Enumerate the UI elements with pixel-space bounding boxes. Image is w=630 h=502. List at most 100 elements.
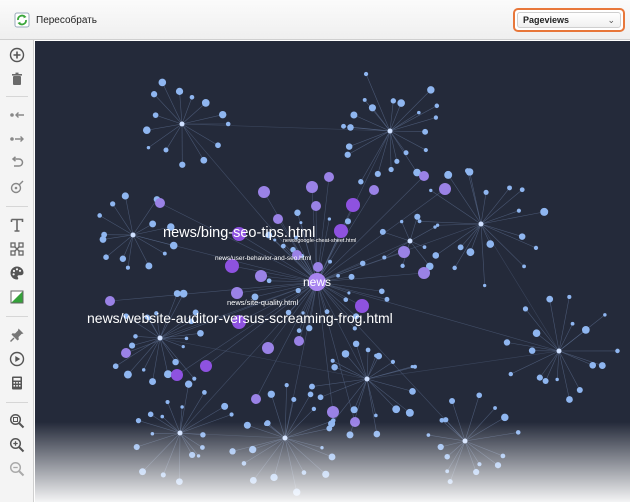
graph-leaf-node[interactable] <box>444 453 450 460</box>
graph-leaf-node[interactable] <box>567 294 572 299</box>
graph-leaf-node[interactable] <box>536 374 543 381</box>
graph-leaf-node[interactable] <box>139 468 147 476</box>
add-node-icon[interactable] <box>8 46 26 64</box>
graph-leaf-node[interactable] <box>347 291 351 295</box>
graph-page-node[interactable] <box>313 262 323 272</box>
graph-leaf-node[interactable] <box>163 147 169 153</box>
graph-leaf-node[interactable] <box>437 443 444 451</box>
graph-leaf-node[interactable] <box>414 213 421 220</box>
graph-leaf-node[interactable] <box>362 97 367 102</box>
graph-leaf-node[interactable] <box>146 145 151 150</box>
graph-leaf-node[interactable] <box>184 336 189 341</box>
graph-leaf-node[interactable] <box>422 128 429 135</box>
graph-leaf-node[interactable] <box>465 168 474 176</box>
graph-leaf-node[interactable] <box>293 488 301 496</box>
graph-leaf-node[interactable] <box>417 219 422 224</box>
graph-leaf-node[interactable] <box>522 264 526 269</box>
graph-leaf-node[interactable] <box>348 273 355 280</box>
palette-icon[interactable] <box>8 264 26 282</box>
graph-leaf-node[interactable] <box>330 418 336 423</box>
graph-page-node[interactable] <box>398 246 410 258</box>
graph-page-node[interactable] <box>255 270 267 282</box>
zoom-fit-icon[interactable] <box>8 412 26 430</box>
graph-leaf-node[interactable] <box>331 363 338 371</box>
graph-page-node[interactable] <box>369 185 379 195</box>
graph-leaf-node[interactable] <box>403 150 409 156</box>
graph-page-node[interactable] <box>311 201 321 211</box>
graph-page-node[interactable] <box>306 181 318 193</box>
graph-leaf-node[interactable] <box>309 383 315 390</box>
collapse-incoming-icon[interactable] <box>8 106 26 124</box>
graph-leaf-node[interactable] <box>200 156 208 164</box>
color-fill-icon[interactable] <box>8 288 26 306</box>
graph-leaf-node[interactable] <box>280 243 286 249</box>
expand-outgoing-icon[interactable] <box>8 130 26 148</box>
graph-leaf-node[interactable] <box>322 470 330 478</box>
graph-leaf-node[interactable] <box>344 218 351 225</box>
graph-leaf-node[interactable] <box>473 468 480 476</box>
graph-page-node[interactable] <box>200 360 212 372</box>
graph-leaf-node[interactable] <box>392 405 401 414</box>
graph-leaf-node[interactable] <box>249 445 257 454</box>
zoom-in-icon[interactable] <box>8 436 26 454</box>
graph-leaf-node[interactable] <box>350 406 358 414</box>
graph-leaf-node[interactable] <box>200 432 206 438</box>
graph-leaf-node[interactable] <box>374 413 378 418</box>
graph-leaf-node[interactable] <box>160 414 165 419</box>
graph-leaf-node[interactable] <box>494 462 502 469</box>
graph-leaf-node[interactable] <box>400 219 404 224</box>
graph-canvas[interactable]: news/bing-seo-tips.html news/google-chea… <box>35 41 630 502</box>
graph-leaf-node[interactable] <box>172 358 179 366</box>
graph-leaf-node[interactable] <box>576 386 583 393</box>
graph-page-node[interactable] <box>105 296 115 306</box>
graph-leaf-node[interactable] <box>378 288 385 295</box>
graph-leaf-node[interactable] <box>374 170 381 178</box>
graph-leaf-node[interactable] <box>200 445 205 450</box>
graph-hub-node[interactable] <box>177 430 183 436</box>
graph-leaf-node[interactable] <box>189 94 195 100</box>
graph-leaf-node[interactable] <box>603 313 607 317</box>
graph-leaf-node[interactable] <box>379 228 386 235</box>
graph-leaf-node[interactable] <box>350 111 358 119</box>
graph-leaf-node[interactable] <box>328 453 336 461</box>
graph-leaf-node[interactable] <box>299 221 303 225</box>
graph-leaf-node[interactable] <box>145 262 153 270</box>
play-icon[interactable] <box>8 350 26 368</box>
graph-leaf-node[interactable] <box>347 124 354 131</box>
graph-leaf-node[interactable] <box>457 244 464 251</box>
graph-leaf-node[interactable] <box>400 263 405 269</box>
graph-leaf-node[interactable] <box>507 185 512 191</box>
graph-leaf-node[interactable] <box>483 283 487 288</box>
graph-leaf-node[interactable] <box>129 342 136 349</box>
pin-icon[interactable] <box>8 326 26 344</box>
graph-leaf-node[interactable] <box>196 454 201 458</box>
graph-leaf-node[interactable] <box>447 479 453 485</box>
graph-leaf-node[interactable] <box>141 368 146 372</box>
graph-leaf-node[interactable] <box>225 121 231 127</box>
graph-page-node[interactable] <box>171 369 183 381</box>
graph-page-node[interactable] <box>155 198 165 208</box>
graph-leaf-node[interactable] <box>197 329 204 337</box>
site-structure-graph[interactable]: news/bing-seo-tips.html news/google-chea… <box>35 41 630 502</box>
graph-leaf-node[interactable] <box>112 363 119 370</box>
calculator-icon[interactable] <box>8 374 26 392</box>
graph-leaf-node[interactable] <box>449 398 456 404</box>
graph-leaf-node[interactable] <box>483 189 489 195</box>
graph-page-node[interactable] <box>327 406 339 418</box>
graph-leaf-node[interactable] <box>270 473 278 482</box>
graph-leaf-node[interactable] <box>121 192 129 200</box>
graph-leaf-node[interactable] <box>394 158 400 164</box>
graph-leaf-node[interactable] <box>110 201 116 207</box>
graph-leaf-node[interactable] <box>589 361 597 369</box>
graph-leaf-node[interactable] <box>546 295 554 303</box>
graph-leaf-node[interactable] <box>598 362 606 369</box>
graph-leaf-node[interactable] <box>215 142 221 149</box>
graph-leaf-node[interactable] <box>368 104 376 112</box>
zoom-out-icon[interactable] <box>8 460 26 478</box>
graph-leaf-node[interactable] <box>150 91 158 98</box>
graph-leaf-node[interactable] <box>173 290 181 297</box>
graph-leaf-node[interactable] <box>443 417 449 423</box>
graph-leaf-node[interactable] <box>202 390 207 395</box>
graph-leaf-node[interactable] <box>123 370 132 379</box>
graph-leaf-node[interactable] <box>152 112 159 119</box>
